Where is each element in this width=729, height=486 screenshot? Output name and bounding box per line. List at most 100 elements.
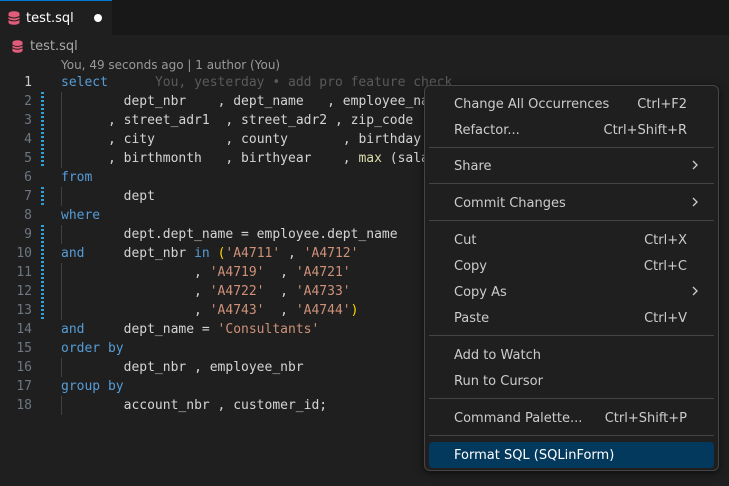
code-token: dept.dept_name = employee.dept_name: [123, 227, 398, 242]
sql-string: 'A4711': [225, 246, 281, 261]
menu-item-label: Refactor...: [454, 122, 520, 138]
code-line: from: [61, 168, 452, 187]
code-token: , street_adr1: [107, 113, 210, 128]
sql-keyword: where: [61, 208, 101, 223]
code-line: order by: [61, 339, 452, 358]
code-line: , city , county , birthday: [61, 130, 452, 149]
menu-separator: [429, 147, 714, 148]
menu-item-paste[interactable]: Paste Ctrl+V: [429, 305, 714, 331]
unsaved-dot-icon[interactable]: [94, 14, 102, 22]
menu-separator: [429, 398, 714, 399]
code-token: dept_nbr: [123, 94, 187, 109]
database-icon: [8, 11, 20, 25]
code-token: , employee_na: [327, 94, 429, 109]
code-token: , dept_name: [217, 94, 304, 109]
code-editor[interactable]: select You, yesterday • add pro feature …: [61, 73, 452, 415]
menu-item-cut[interactable]: Cut Ctrl+X: [429, 227, 714, 253]
code-line: dept_nbr , dept_name , employee_na: [61, 92, 452, 111]
menu-item-copy-as[interactable]: Copy As: [429, 279, 714, 305]
code-token: , city: [107, 132, 155, 147]
menu-item-label: Paste: [454, 310, 490, 326]
line-number: 8: [24, 208, 32, 223]
code-token: dept_name =: [123, 322, 218, 337]
menu-item-run-to-cursor[interactable]: Run to Cursor: [429, 368, 714, 394]
menu-shortcut: Ctrl+Shift+R: [603, 122, 688, 138]
code-line: , birthmonth , birthyear , max (salary: [61, 149, 452, 168]
code-line: group by: [61, 377, 452, 396]
code-token: , birthday: [342, 132, 422, 147]
git-change-indicator[interactable]: [41, 187, 44, 206]
menu-item-label: Change All Occurrences: [454, 96, 610, 112]
breadcrumb-file[interactable]: test.sql: [30, 39, 78, 54]
tab-label: test.sql: [26, 10, 74, 26]
line-number: 14: [16, 322, 32, 337]
sql-string: 'A4722': [209, 284, 265, 299]
line-number: 12: [16, 284, 32, 299]
sql-keyword: order by: [61, 341, 124, 356]
line-number: 17: [16, 379, 32, 394]
code-token: , street_adr2: [225, 113, 328, 128]
sql-keyword: and: [61, 246, 85, 261]
code-line: , 'A4722' , 'A4733': [61, 282, 351, 301]
menu-shortcut: Ctrl+F2: [637, 96, 687, 112]
menu-item-change-all-occurrences[interactable]: Change All Occurrences Ctrl+F2: [429, 91, 714, 117]
menu-item-commit-changes[interactable]: Commit Changes: [429, 190, 714, 216]
menu-item-copy[interactable]: Copy Ctrl+C: [429, 253, 714, 279]
menu-item-label: Run to Cursor: [454, 373, 543, 389]
sql-string: 'Consultants': [217, 322, 320, 337]
code-token: , county: [225, 132, 289, 147]
code-line: where: [61, 206, 452, 225]
code-line: account_nbr , customer_id;: [61, 396, 452, 415]
database-icon: [12, 39, 23, 53]
code-line: and dept_name = 'Consultants': [61, 320, 452, 339]
code-line: , 'A4743' , 'A4744'): [61, 301, 359, 320]
sql-string: 'A4719': [209, 265, 265, 280]
line-number: 13: [16, 303, 32, 318]
tab-bar: test.sql: [0, 0, 729, 35]
sql-string: 'A4733': [295, 284, 351, 299]
menu-item-command-palette[interactable]: Command Palette... Ctrl+Shift+P: [429, 405, 714, 431]
line-number: 10: [16, 246, 32, 261]
menu-item-add-to-watch[interactable]: Add to Watch: [429, 342, 714, 368]
blame-codelens[interactable]: You, 49 seconds ago | 1 author (You): [61, 58, 280, 72]
line-number: 18: [16, 398, 32, 413]
chevron-right-icon: [692, 197, 698, 207]
sql-keyword: and: [61, 322, 85, 337]
git-change-indicator[interactable]: [41, 92, 44, 168]
breadcrumb: test.sql: [0, 35, 729, 57]
tab-test-sql[interactable]: test.sql: [0, 0, 112, 35]
code-line: dept_nbr , employee_nbr: [61, 358, 452, 377]
menu-item-label: Copy: [454, 258, 487, 274]
menu-separator: [429, 183, 714, 184]
sql-keyword: in: [194, 246, 210, 261]
sql-string: 'A4721': [295, 265, 351, 280]
sql-keyword: from: [61, 170, 93, 185]
sql-function: max: [358, 151, 382, 166]
chevron-right-icon: [692, 286, 698, 296]
line-number: 1: [24, 75, 32, 90]
menu-item-refactor[interactable]: Refactor... Ctrl+Shift+R: [429, 117, 714, 143]
menu-shortcut: Ctrl+X: [644, 232, 687, 248]
git-change-indicator[interactable]: [41, 225, 44, 320]
menu-item-label: Cut: [454, 232, 477, 248]
menu-item-share[interactable]: Share: [429, 153, 714, 179]
menu-item-label: Share: [454, 158, 492, 174]
menu-separator: [429, 220, 714, 221]
code-token: , birthmonth: [107, 151, 202, 166]
code-token: dept_nbr: [123, 246, 195, 261]
blame-ghost-text: You, yesterday • add pro feature check: [154, 75, 453, 90]
code-token: dept_nbr , employee_nbr: [123, 360, 304, 375]
code-token: account_nbr , customer_id;: [123, 398, 328, 413]
menu-shortcut: Ctrl+Shift+P: [604, 410, 687, 426]
menu-separator: [429, 435, 714, 436]
code-line: dept: [61, 187, 452, 206]
code-token: , birthyear: [225, 151, 312, 166]
line-number: 5: [24, 151, 32, 166]
menu-item-format-sql[interactable]: Format SQL (SQLinForm): [429, 442, 714, 468]
sql-string: 'A4743': [209, 303, 265, 318]
menu-separator: [429, 335, 714, 336]
line-number: 6: [24, 170, 32, 185]
line-number-gutter: 1 2 3 4 5 6 7 8 9 10 11 12 13 14 15 16 1…: [0, 73, 40, 415]
menu-item-label: Add to Watch: [454, 347, 541, 363]
line-number: 2: [24, 94, 32, 109]
